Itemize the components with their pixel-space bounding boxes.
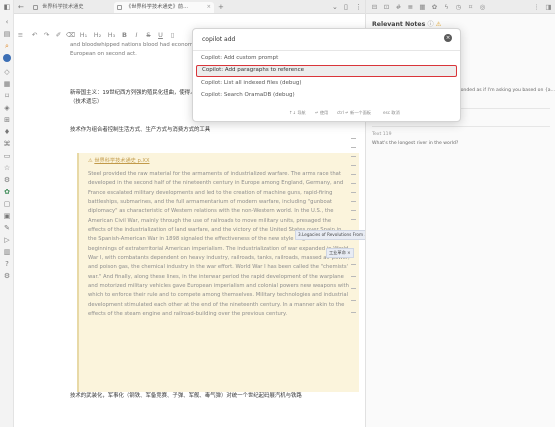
- command-search-input[interactable]: [197, 32, 458, 47]
- note-title[interactable]: Text 119: [372, 131, 555, 138]
- highlight-quote-block[interactable]: ⚠ 世界科学技术通史 p.XX Steel provided the raw m…: [77, 153, 359, 392]
- hint-navigate: ↑↓ 导航: [289, 110, 306, 115]
- outline-icon[interactable]: ≣: [406, 2, 415, 12]
- tab-2[interactable]: 《世界科学技术通史》前... ×: [114, 2, 214, 13]
- help-icon[interactable]: ?: [3, 260, 11, 268]
- table-icon[interactable]: ▥: [3, 248, 11, 256]
- canvas-icon[interactable]: ▢: [3, 200, 11, 208]
- back-icon[interactable]: ‹: [3, 18, 11, 26]
- outline-marker: [351, 219, 356, 220]
- command-palette: × Copilot: Add custom prompt Copilot: Ad…: [192, 28, 461, 122]
- left-ribbon: ◧ ‹ ▤ ⌕ ◇ ▦ ⌑ ◈ ⊞ ♦ ⌘ ▭ ☆ ⚙ ✿ ▢ ▣ ✎ ▷ ▥ …: [0, 0, 14, 427]
- copilot-icon[interactable]: ✿: [3, 188, 11, 196]
- outline-marker: [351, 156, 356, 157]
- chevron-down-icon[interactable]: ⌄: [332, 1, 338, 13]
- command-item[interactable]: Copilot: Add custom prompt: [196, 53, 457, 64]
- note-snippet: What's the longest river in the world?: [372, 141, 459, 146]
- lightning-icon[interactable]: ϟ: [442, 2, 451, 12]
- right-panel-toolbar: ⊟ ⊡ # ≣ ▦ ✿ ϟ ◷ ⌑ ◎ ⋮ ◨: [366, 0, 555, 14]
- outline-marker: [351, 183, 356, 184]
- time-icon[interactable]: ◷: [454, 2, 463, 12]
- clear-search-icon[interactable]: ×: [444, 34, 452, 42]
- copilot-chat-icon[interactable]: ✿: [430, 2, 439, 12]
- outline-marker: [351, 300, 356, 301]
- sidebar-toggle-icon[interactable]: ◧: [3, 3, 11, 11]
- outline-marker: [351, 210, 356, 211]
- outline-marker: [351, 201, 356, 202]
- graph-icon[interactable]: ◇: [3, 68, 11, 76]
- more-icon[interactable]: ⋮: [355, 1, 362, 13]
- tag-label[interactable]: 工业革命 ×: [326, 248, 354, 258]
- outline-marker: [351, 174, 356, 175]
- command-item[interactable]: Copilot: List all indexed files (debug): [196, 78, 457, 89]
- divider: [372, 126, 550, 127]
- outline-marker: [351, 138, 356, 139]
- settings-icon[interactable]: ⚙: [3, 272, 11, 280]
- help-icon[interactable]: ⓘ: [427, 21, 433, 28]
- pdf-icon[interactable]: ▣: [3, 212, 11, 220]
- new-tab-icon[interactable]: +: [218, 1, 224, 13]
- close-icon[interactable]: ×: [207, 2, 211, 13]
- nav-back-icon[interactable]: ←: [18, 1, 24, 13]
- outline-marker: [351, 264, 356, 265]
- outline-marker: [351, 165, 356, 166]
- quote-text: Steel provided the raw material for the …: [88, 171, 350, 318]
- outline-marker: [351, 147, 356, 148]
- file-explorer-icon[interactable]: ▤: [3, 30, 11, 38]
- warning-icon: ⚠: [435, 21, 442, 28]
- tab-bar: ← 世界科学技术通史 《世界科学技术通史》前... × + ⌄ ▯ ⋮: [14, 0, 365, 14]
- quote-source-link[interactable]: ⚠ 世界科学技术通史 p.XX: [88, 157, 150, 165]
- document-icon: [117, 5, 122, 10]
- star-icon[interactable]: ☆: [3, 164, 11, 172]
- calendar-icon[interactable]: ▦: [3, 80, 11, 88]
- bookmark-icon[interactable]: ⌑: [466, 2, 475, 12]
- relevant-notes-title: Relevant Notes ⓘ ⚠: [372, 21, 442, 28]
- tags-icon[interactable]: #: [394, 2, 403, 12]
- command-item[interactable]: Copilot: Search OramaDB (debug): [196, 90, 457, 101]
- hint-use: ↵ 使用: [315, 110, 329, 115]
- relevant-notes-icon[interactable]: ◎: [478, 2, 487, 12]
- more-icon[interactable]: ⋮: [532, 2, 541, 12]
- hint-dismiss: esc 取消: [383, 110, 400, 115]
- link-icon[interactable]: ⌘: [3, 140, 11, 148]
- book-icon[interactable]: ▯: [344, 1, 348, 13]
- mic-icon[interactable]: ♦: [3, 128, 11, 136]
- pencil-icon[interactable]: ✎: [3, 224, 11, 232]
- tab-label: 《世界科学技术通史》前...: [126, 4, 189, 10]
- plugin-icon[interactable]: ⚙: [3, 176, 11, 184]
- terminal-icon[interactable]: ▷: [3, 236, 11, 244]
- outline-marker: [351, 288, 356, 289]
- template-icon[interactable]: ⊞: [3, 116, 11, 124]
- paragraph-cn-2: 技术作为组合者控制生活方式、生产方式与消费方式的工具: [70, 127, 211, 133]
- backlink-label[interactable]: 3.Legacies of Revolutions From ...: [295, 230, 372, 240]
- outline-marker: [351, 276, 356, 277]
- outgoing-links-icon[interactable]: ⊡: [382, 2, 391, 12]
- outline-marker: [351, 312, 356, 313]
- avatar[interactable]: [3, 54, 11, 62]
- tab-1[interactable]: 世界科学技术通史: [30, 2, 112, 13]
- document-icon: [33, 5, 38, 10]
- panel-toggle-icon[interactable]: ◨: [544, 2, 553, 12]
- tab-label: 世界科学技术通史: [42, 4, 84, 10]
- outline-marker: [351, 192, 356, 193]
- command-item-selected[interactable]: Copilot: Add paragraphs to reference: [196, 65, 457, 77]
- calendar-icon[interactable]: ▦: [418, 2, 427, 12]
- hint-new-pane: ctrl ↵ 新一个面板: [337, 110, 371, 115]
- bookmark-icon[interactable]: ⌑: [3, 92, 11, 100]
- links-icon[interactable]: ⊟: [370, 2, 379, 12]
- paragraph-cn-3: 技术的武装化，军事化（钢铁、军备竞赛、子弹、军舰、毒气弹）对统一个世纪起码展汽机…: [70, 393, 302, 399]
- tag-icon[interactable]: ◈: [3, 104, 11, 112]
- chat-icon[interactable]: ▭: [3, 152, 11, 160]
- search-icon[interactable]: ⌕: [3, 42, 11, 50]
- divider: [193, 50, 460, 51]
